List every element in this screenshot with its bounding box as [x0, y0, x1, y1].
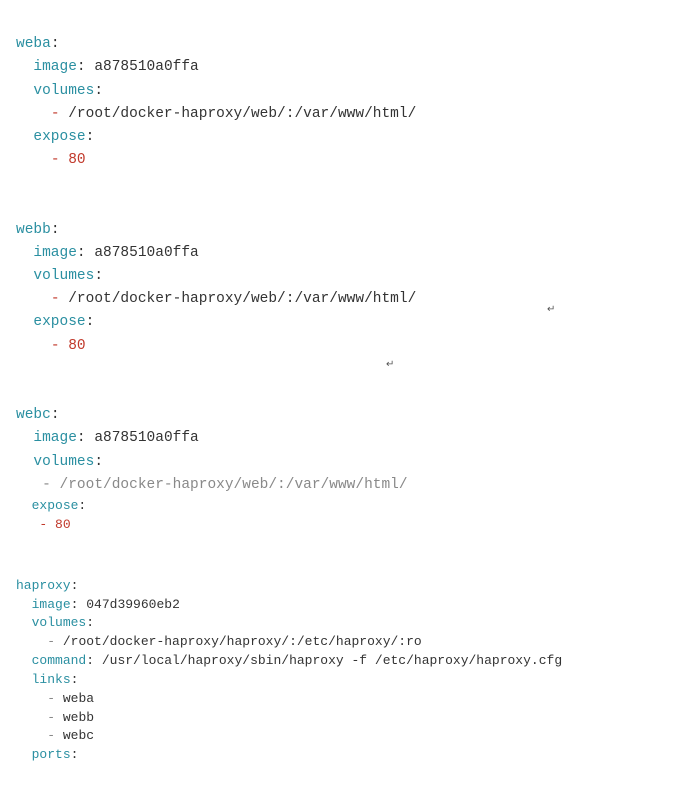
command-value: /usr/local/haproxy/sbin/haproxy -f /etc/…	[102, 653, 562, 668]
service-name: weba	[16, 36, 51, 52]
link-item: webc	[63, 728, 94, 743]
volumes-key: volumes	[33, 83, 94, 99]
return-glyph-icon: ↵	[386, 358, 394, 374]
volumes-key: volumes	[33, 268, 94, 284]
links-key: links	[32, 672, 71, 687]
ports-key: ports	[32, 747, 71, 762]
service-name: webc	[16, 407, 51, 423]
service-webc: webc: image: a878510a0ffa volumes: - /ro…	[16, 381, 677, 497]
volume-path: /root/docker-haproxy/web/:/var/www/html/	[68, 291, 416, 307]
service-name: webb	[16, 222, 51, 238]
volume-path: /root/docker-haproxy/web/:/var/www/html/	[60, 477, 408, 493]
expose-key: expose	[33, 129, 85, 145]
image-key: image	[33, 59, 77, 75]
service-webc-expose: expose: - 80	[16, 497, 677, 535]
image-value: a878510a0ffa	[94, 59, 198, 75]
volume-path: /root/docker-haproxy/web/:/var/www/html/	[68, 106, 416, 122]
command-key: command	[32, 653, 87, 668]
service-weba: weba: image: a878510a0ffa volumes: - /ro…	[16, 10, 677, 172]
image-value: a878510a0ffa	[94, 245, 198, 261]
expose-port: 80	[68, 152, 85, 168]
image-value: 047d39960eb2	[86, 597, 180, 612]
link-item: webb	[63, 710, 94, 725]
image-key: image	[32, 597, 71, 612]
volume-path: /root/docker-haproxy/haproxy/:/etc/hapro…	[63, 634, 422, 649]
expose-key: expose	[32, 498, 79, 513]
expose-port: 80	[55, 517, 71, 532]
service-haproxy: haproxy: image: 047d39960eb2 volumes: - …	[16, 558, 677, 765]
expose-port: 80	[68, 338, 85, 354]
service-webb: webb: image: a878510a0ffa volumes: - /ro…	[16, 196, 677, 358]
image-key: image	[33, 430, 77, 446]
image-key: image	[33, 245, 77, 261]
image-value: a878510a0ffa	[94, 430, 198, 446]
volumes-key: volumes	[33, 454, 94, 470]
link-item: weba	[63, 691, 94, 706]
service-name: haproxy	[16, 578, 71, 593]
expose-key: expose	[33, 314, 85, 330]
